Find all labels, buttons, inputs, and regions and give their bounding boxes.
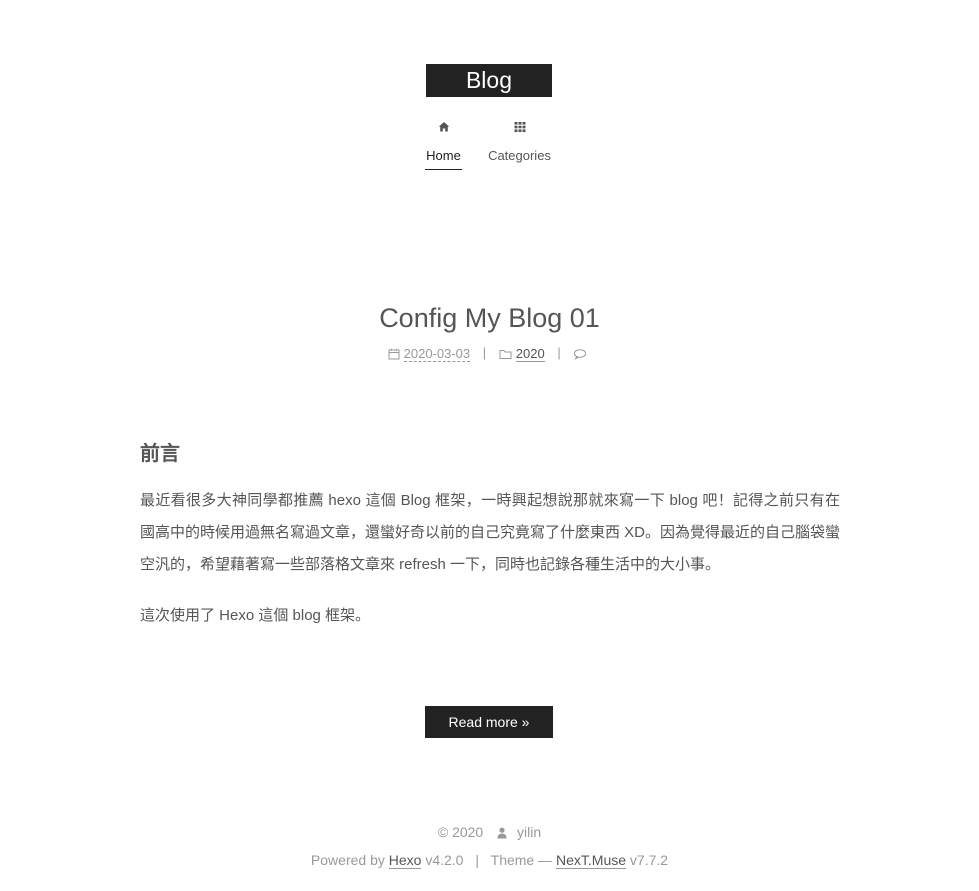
- nav-item-categories[interactable]: Categories: [486, 120, 553, 169]
- read-more-button[interactable]: Read more »: [425, 706, 553, 738]
- post-paragraph: 這次使用了 Hexo 這個 blog 框架。: [140, 607, 371, 624]
- post-category: 2020: [499, 344, 545, 364]
- nav-label-home: Home: [425, 147, 462, 170]
- theme-link[interactable]: NexT.Muse: [556, 852, 627, 869]
- footer-powered: Powered by Hexo v4.2.0 | Theme — NexT.Mu…: [0, 850, 979, 870]
- nav-label-categories: Categories: [488, 148, 551, 163]
- post-paragraph: 最近看很多大神同學都推薦 hexo 這個 Blog 框架，一時興起想說那就來寫一…: [140, 492, 841, 573]
- author-name: yilin: [517, 824, 542, 840]
- site-brand[interactable]: Blog: [426, 64, 552, 97]
- post-title[interactable]: Config My Blog 01: [0, 298, 979, 338]
- meta-divider: |: [557, 345, 561, 360]
- theme-label: Theme —: [490, 852, 553, 868]
- footer-copyright: © 2020 yilin: [0, 822, 979, 842]
- copyright-text: © 2020: [437, 824, 484, 840]
- post-date: 2020-03-03: [388, 344, 471, 364]
- post-heading: 前言: [140, 443, 180, 465]
- post-meta: 2020-03-03 | 2020 |: [0, 343, 979, 364]
- folder-icon: [499, 349, 512, 359]
- theme-version: v7.7.2: [629, 852, 669, 868]
- hexo-link[interactable]: Hexo: [388, 852, 422, 869]
- post-body: 前言 最近看很多大神同學都推薦 hexo 這個 Blog 框架，一時興起想說那就…: [140, 434, 840, 632]
- meta-divider: |: [482, 345, 487, 360]
- comment-icon: [574, 348, 587, 360]
- home-icon: [425, 120, 462, 138]
- post-category-link[interactable]: 2020: [515, 345, 545, 362]
- grid-icon: [486, 120, 553, 138]
- post-date-value: 2020-03-03: [403, 345, 471, 362]
- powered-by-text: Powered by: [310, 852, 385, 868]
- footer-divider: |: [475, 852, 479, 868]
- nav-item-home[interactable]: Home: [425, 120, 462, 170]
- hexo-version: v4.2.0: [425, 852, 464, 868]
- calendar-icon: [388, 348, 400, 360]
- post-comments[interactable]: [573, 344, 591, 364]
- user-icon: [497, 827, 507, 839]
